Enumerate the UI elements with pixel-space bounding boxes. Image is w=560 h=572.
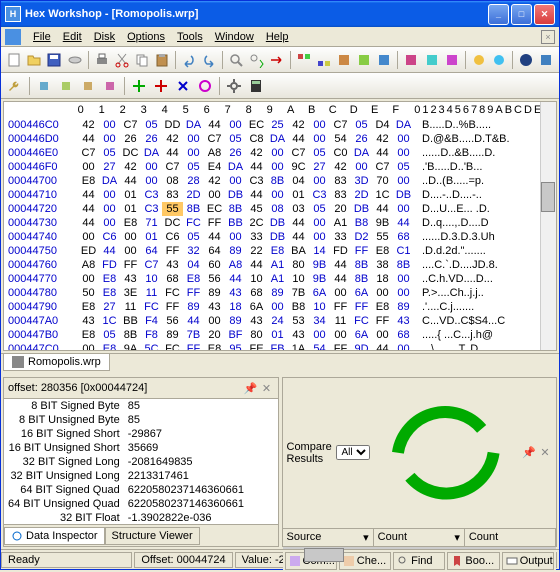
op-8-button[interactable] <box>195 76 215 96</box>
compare-header: Compare Results All 📌✕ <box>283 378 557 529</box>
close-button[interactable]: ✕ <box>534 4 555 25</box>
output-button[interactable]: Output <box>502 552 554 570</box>
tool-k-button[interactable] <box>517 50 535 70</box>
mdi-close-icon[interactable]: × <box>541 30 555 44</box>
hscroll-thumb[interactable] <box>304 548 344 562</box>
op-5-button[interactable] <box>129 76 149 96</box>
tool-a-button[interactable] <box>295 50 313 70</box>
goto-button[interactable] <box>268 50 286 70</box>
tab-structure-viewer[interactable]: Structure Viewer <box>105 527 200 545</box>
menu-disk[interactable]: Disk <box>88 29 121 45</box>
new-button[interactable] <box>5 50 23 70</box>
app-icon: H <box>5 6 21 22</box>
calc-button[interactable] <box>246 76 266 96</box>
find-button[interactable] <box>227 50 245 70</box>
open-button[interactable] <box>25 50 43 70</box>
file-tab[interactable]: Romopolis.wrp <box>3 354 110 371</box>
inspector-tabs: Data Inspector Structure Viewer <box>4 524 278 546</box>
compare-columns: Source▾ Count▾ Count <box>283 529 557 547</box>
menu-file[interactable]: File <box>27 29 57 45</box>
toolbar-2 <box>1 73 559 99</box>
compare-hscroll[interactable] <box>283 547 557 549</box>
status-offset: Offset: 00044724 <box>134 552 232 568</box>
tool-j-button[interactable] <box>490 50 508 70</box>
menu-edit[interactable]: Edit <box>57 29 88 45</box>
inspector-body[interactable]: 8 BIT Signed Byte858 BIT Unsigned Byte85… <box>4 399 278 524</box>
gear-button[interactable] <box>224 76 244 96</box>
tool-l-button[interactable] <box>537 50 555 70</box>
file-tab-label: Romopolis.wrp <box>28 356 101 368</box>
tool-e-button[interactable] <box>375 50 393 70</box>
hex-body[interactable]: 000446C04200C705DDDA4400EC254200C705D4DA… <box>4 118 556 350</box>
titlebar[interactable]: H Hex Workshop - [Romopolis.wrp] _ □ ✕ <box>1 1 559 27</box>
op-4-button[interactable] <box>100 76 120 96</box>
col-count-2[interactable]: Count <box>465 529 556 546</box>
tool-f-button[interactable] <box>402 50 420 70</box>
op-7-button[interactable] <box>173 76 193 96</box>
compare-pin-icon[interactable]: 📌 <box>522 446 536 460</box>
main-area: 0123456789ABCDEF 0123456789ABCDEF 000446… <box>1 99 559 549</box>
redo-button[interactable] <box>200 50 218 70</box>
tab-data-inspector[interactable]: Data Inspector <box>4 527 105 545</box>
inspector-panel: offset: 280356 [0x00044724] 📌✕ 8 BIT Sig… <box>3 377 279 547</box>
find-next-button[interactable] <box>247 50 265 70</box>
menu-help[interactable]: Help <box>260 29 295 45</box>
col-source[interactable]: Source▾ <box>283 529 374 546</box>
save-button[interactable] <box>45 50 63 70</box>
window-title: Hex Workshop - [Romopolis.wrp] <box>25 8 488 20</box>
menu-options[interactable]: Options <box>121 29 171 45</box>
cut-button[interactable] <box>113 50 131 70</box>
vertical-scrollbar[interactable] <box>540 102 556 350</box>
hex-editor[interactable]: 0123456789ABCDEF 0123456789ABCDEF 000446… <box>3 101 557 351</box>
compare-filter-select[interactable]: All <box>336 445 370 460</box>
menu-tools[interactable]: Tools <box>171 29 209 45</box>
toolbar-1 <box>1 47 559 73</box>
menubar: File Edit Disk Options Tools Window Help… <box>1 27 559 47</box>
minimize-button[interactable]: _ <box>488 4 509 25</box>
tool-h-button[interactable] <box>443 50 461 70</box>
wrench-button[interactable] <box>5 76 25 96</box>
bottom-panels: offset: 280356 [0x00044724] 📌✕ 8 BIT Sig… <box>3 377 557 547</box>
scrollbar-thumb[interactable] <box>541 182 555 212</box>
file-tab-bar: Romopolis.wrp <box>1 353 559 375</box>
compare-panel: Compare Results All 📌✕ Source▾ Count▾ Co… <box>282 377 558 547</box>
menu-window[interactable]: Window <box>209 29 260 45</box>
tool-g-button[interactable] <box>422 50 440 70</box>
bookmarks-button[interactable]: Boo... <box>447 552 499 570</box>
find-panel-button[interactable]: Find <box>393 552 445 570</box>
checksum-button[interactable]: Che... <box>339 552 391 570</box>
op-1-button[interactable] <box>34 76 54 96</box>
op-2-button[interactable] <box>56 76 76 96</box>
col-count-1[interactable]: Count▾ <box>374 529 465 546</box>
paste-button[interactable] <box>153 50 171 70</box>
undo-button[interactable] <box>180 50 198 70</box>
app-window: H Hex Workshop - [Romopolis.wrp] _ □ ✕ F… <box>0 0 560 570</box>
tool-b-button[interactable] <box>315 50 333 70</box>
compare-close-icon[interactable]: ✕ <box>538 446 552 460</box>
tool-i-button[interactable] <box>470 50 488 70</box>
file-tab-icon <box>12 356 24 368</box>
copy-button[interactable] <box>133 50 151 70</box>
status-ready: Ready <box>1 552 132 568</box>
ascii-header: 0123456789ABCDEF <box>414 104 552 116</box>
op-3-button[interactable] <box>78 76 98 96</box>
refresh-icon[interactable] <box>374 381 518 525</box>
hex-header: 0123456789ABCDEF 0123456789ABCDEF <box>4 102 556 118</box>
tool-d-button[interactable] <box>355 50 373 70</box>
op-6-button[interactable] <box>151 76 171 96</box>
inspector-header: offset: 280356 [0x00044724] 📌✕ <box>4 378 278 399</box>
print-button[interactable] <box>93 50 111 70</box>
disk-button[interactable] <box>65 50 83 70</box>
maximize-button[interactable]: □ <box>511 4 532 25</box>
inspector-pin-icon[interactable]: 📌 <box>244 381 258 395</box>
tool-c-button[interactable] <box>335 50 353 70</box>
inspector-close-icon[interactable]: ✕ <box>260 381 274 395</box>
doc-icon <box>5 29 21 45</box>
